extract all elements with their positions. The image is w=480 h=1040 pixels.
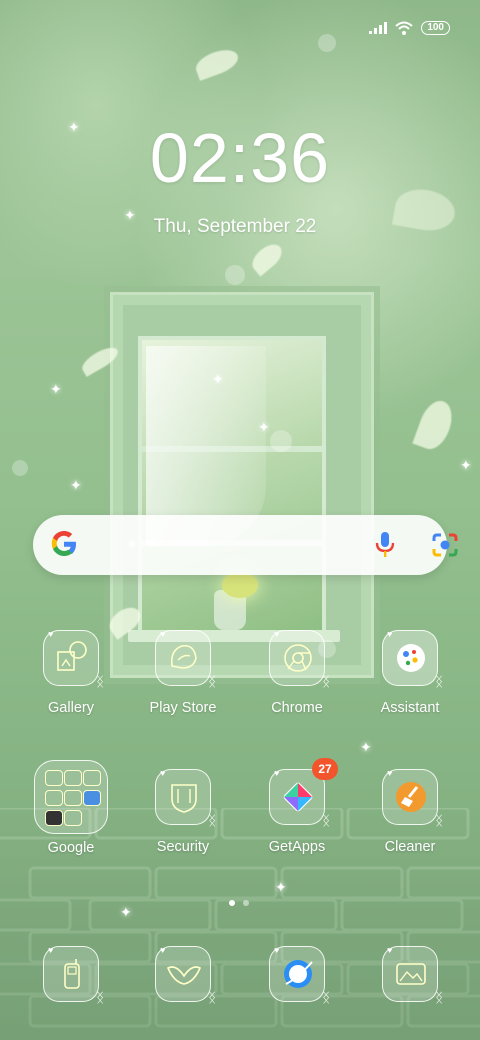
app-chrome[interactable]: ♥ ᛝ Chrome — [240, 629, 354, 716]
photo-glyph — [396, 963, 426, 985]
butterfly-icon: ᛝ — [435, 674, 443, 689]
butterfly-icon: ᛝ — [322, 990, 330, 1005]
butterfly-icon: ᛝ — [208, 674, 216, 689]
notification-badge: 27 — [312, 758, 338, 780]
butterfly-icon: ᛝ — [322, 813, 330, 828]
photo-icon: ♥ ᛝ — [382, 945, 443, 1005]
battery-indicator: 100 — [421, 21, 450, 35]
mini-app-icon — [64, 770, 82, 786]
microphone-icon[interactable] — [375, 531, 395, 559]
butterfly-icon: ᛝ — [435, 990, 443, 1005]
bokeh — [225, 265, 245, 285]
messages-glyph — [166, 966, 202, 985]
sparkle: ✦ — [50, 381, 62, 397]
gallery-glyph — [57, 641, 87, 671]
phone-icon: ♥ ᛝ — [43, 945, 104, 1005]
page-indicator[interactable] — [229, 900, 249, 906]
flower — [222, 572, 258, 598]
play-store-icon: ♥ ᛝ — [155, 629, 216, 689]
sparkle: ✦ — [275, 879, 287, 895]
google-lens-icon[interactable] — [431, 532, 459, 558]
app-label: GetApps — [268, 839, 326, 855]
messages-icon: ♥ ᛝ — [155, 945, 216, 1005]
google-g-icon — [51, 531, 76, 556]
app-security[interactable]: ♥ ᛝ Security — [126, 768, 240, 855]
status-bar: 100 — [369, 18, 450, 38]
assistant-icon: ♥ ᛝ — [382, 629, 443, 689]
app-cleaner[interactable]: ♥ ᛝ Cleaner — [353, 768, 467, 855]
broom-icon: ♥ ᛝ — [382, 768, 443, 828]
folder-google[interactable]: Google — [14, 760, 128, 856]
chrome-glyph — [284, 644, 312, 672]
wifi-icon — [395, 21, 413, 35]
mini-app-icon — [83, 770, 101, 786]
mini-app-icon — [64, 790, 82, 806]
bokeh — [318, 34, 336, 52]
butterfly-icon: ᛝ — [96, 990, 104, 1005]
sparkle: ✦ — [212, 371, 224, 387]
app-play-store[interactable]: ♥ ᛝ Play Store — [126, 629, 240, 716]
app-label: Google — [47, 840, 95, 856]
butterfly-icon: ᛝ — [96, 674, 104, 689]
app-label: Gallery — [48, 700, 94, 716]
sparkle: ✦ — [360, 739, 372, 755]
mini-app-icon — [83, 790, 101, 806]
gallery-icon: ♥ ᛝ — [43, 629, 104, 689]
mini-app-icon — [45, 790, 63, 806]
sparkle: ✦ — [120, 904, 132, 920]
bokeh — [12, 460, 28, 476]
assistant-glyph — [397, 644, 425, 672]
cleaner-glyph — [396, 782, 426, 812]
mini-app-icon — [45, 770, 63, 786]
page-dot-active[interactable] — [229, 900, 235, 906]
mini-app-icon — [45, 810, 63, 826]
app-gallery[interactable]: ♥ ᛝ Gallery — [14, 629, 128, 716]
app-label: Cleaner — [384, 839, 436, 855]
getapps-icon: ♥ 27 ᛝ — [269, 758, 338, 828]
sparkle: ✦ — [460, 457, 472, 473]
app-label: Security — [156, 839, 210, 855]
sparkle: ✦ — [70, 477, 82, 493]
dock-photos[interactable]: ♥ ᛝ — [353, 945, 467, 1005]
mini-app-icon — [64, 810, 82, 826]
butterfly-icon: ᛝ — [208, 813, 216, 828]
sparkle: ✦ — [258, 419, 270, 435]
app-label: Assistant — [380, 700, 440, 716]
shield-icon: ♥ ᛝ — [155, 768, 216, 828]
dock-messages[interactable]: ♥ ᛝ — [126, 945, 240, 1005]
signal-bars-icon — [369, 22, 388, 34]
app-getapps[interactable]: ♥ 27 ᛝ GetApps — [240, 758, 354, 855]
page-dot[interactable] — [243, 900, 249, 906]
butterfly-icon: ᛝ — [435, 813, 443, 828]
app-assistant[interactable]: ♥ ᛝ Assistant — [353, 629, 467, 716]
shield-glyph — [171, 784, 197, 813]
play-store-glyph — [170, 644, 197, 669]
chrome-icon: ♥ ᛝ — [269, 629, 330, 689]
google-search-bar[interactable] — [33, 515, 458, 575]
butterfly-icon: ᛝ — [322, 674, 330, 689]
app-label: Chrome — [271, 700, 323, 716]
clock-time[interactable]: 02:36 — [0, 118, 480, 198]
butterfly-icon: ᛝ — [208, 990, 216, 1005]
phone-glyph — [64, 959, 80, 989]
bokeh — [270, 430, 292, 452]
dock-browser[interactable]: ♥ ᛝ — [240, 945, 354, 1005]
dock-phone[interactable]: ♥ ᛝ — [14, 945, 128, 1005]
getapps-glyph — [283, 782, 313, 812]
folder-icon — [34, 760, 108, 834]
date-text[interactable]: Thu, September 22 — [0, 216, 470, 238]
app-label: Play Store — [149, 700, 217, 716]
browser-glyph — [284, 960, 313, 988]
browser-icon: ♥ ᛝ — [269, 945, 330, 1005]
